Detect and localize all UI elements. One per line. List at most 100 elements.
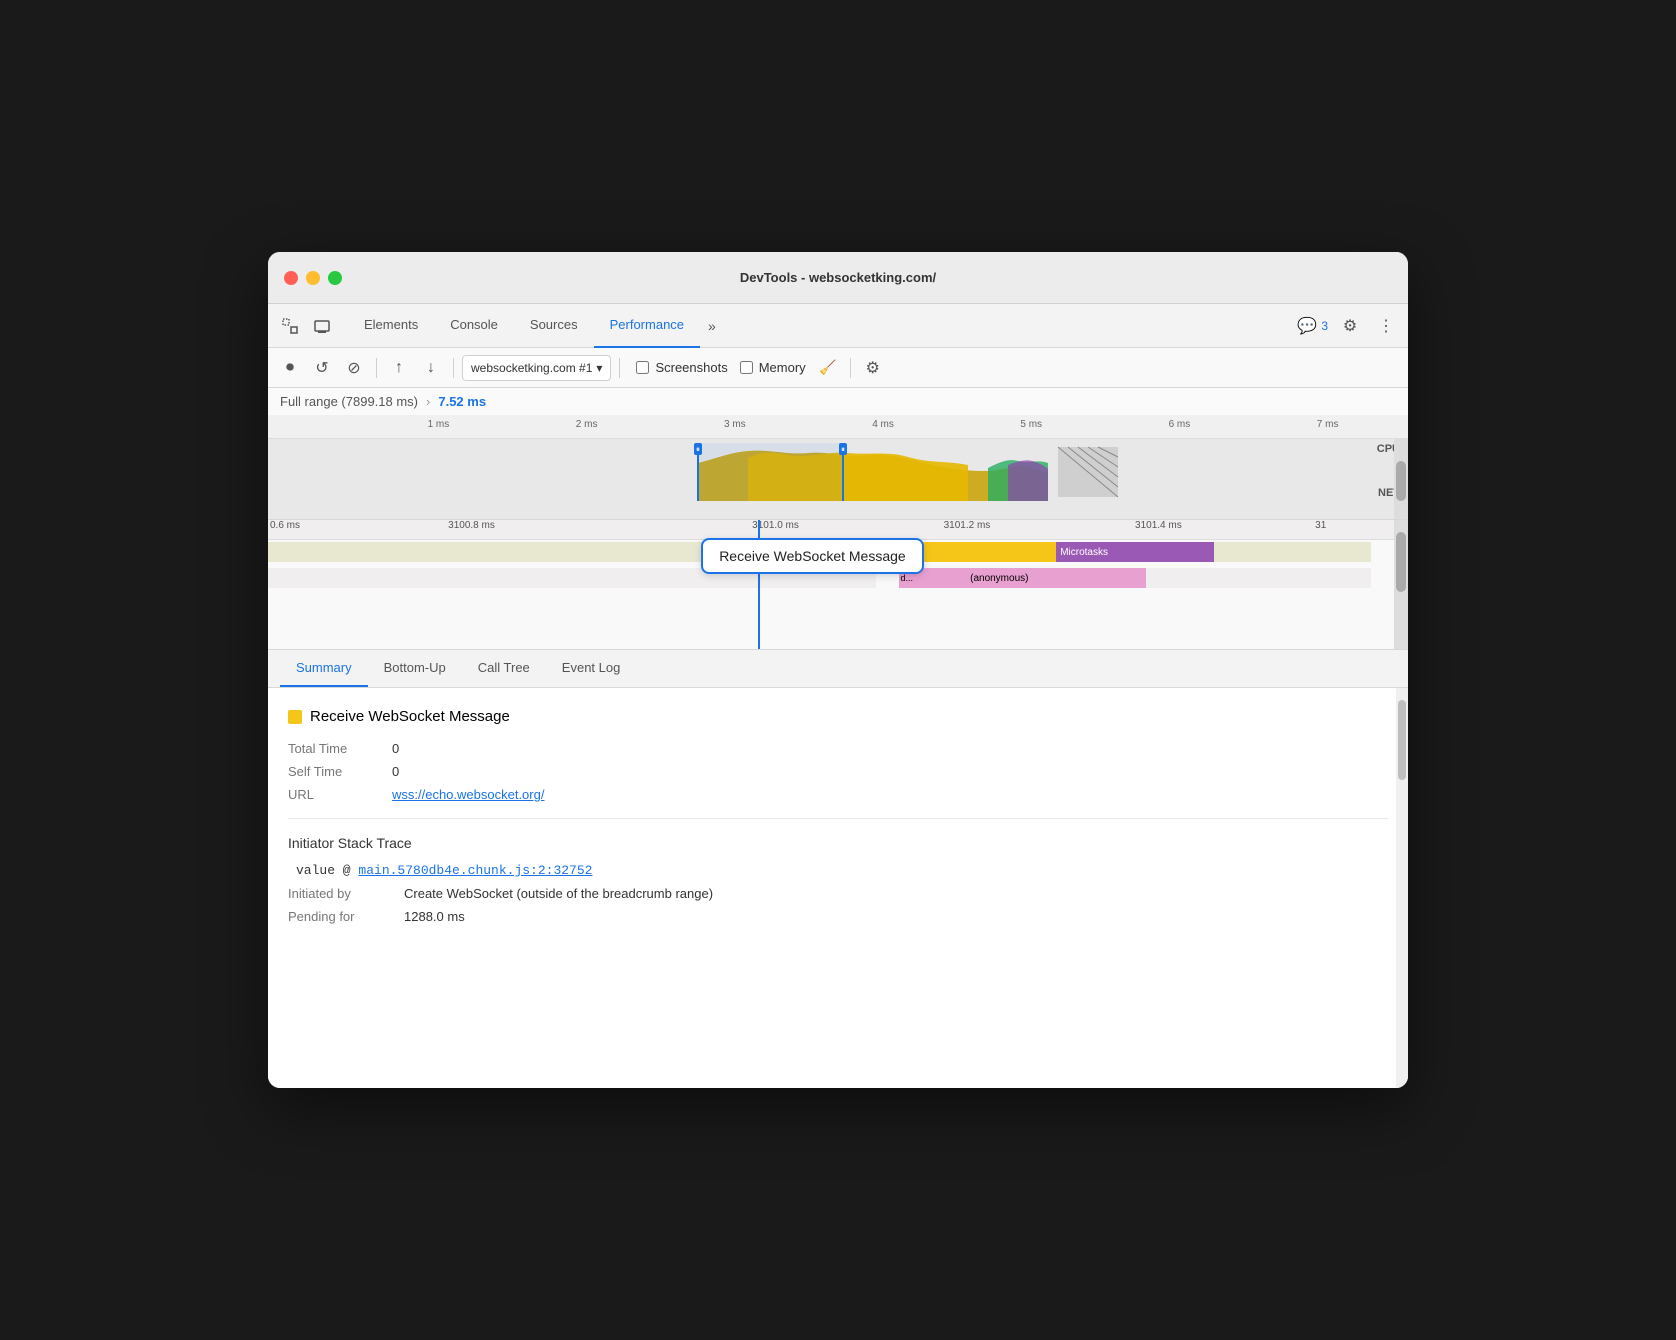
maximize-button[interactable] xyxy=(328,271,342,285)
summary-divider xyxy=(288,818,1388,819)
window-title: DevTools - websocketking.com/ xyxy=(740,270,936,285)
ruler-1ms: 1 ms xyxy=(428,419,450,430)
console-badge[interactable]: 💬 3 xyxy=(1297,316,1328,336)
toolbar-settings-icon[interactable]: ⚙ xyxy=(859,354,887,382)
tab-sources[interactable]: Sources xyxy=(514,304,594,348)
flame-chart[interactable]: 0.6 ms 3100.8 ms 3101.0 ms 3101.2 ms 310… xyxy=(268,520,1408,650)
url-value[interactable]: wss://echo.websocket.org/ xyxy=(392,787,544,802)
pending-for-row: Pending for 1288.0 ms xyxy=(288,909,1388,924)
ruler-5ms: 5 ms xyxy=(1020,419,1042,430)
settings-icon[interactable]: ⚙ xyxy=(1336,312,1364,340)
toolbar-divider-2 xyxy=(453,358,454,378)
total-time-row: Total Time 0 xyxy=(288,741,1388,756)
toolbar-divider-1 xyxy=(376,358,377,378)
time-label-5: 3101.4 ms xyxy=(1135,520,1182,531)
scrollbar-thumb[interactable] xyxy=(1396,461,1406,501)
ruler-3ms: 3 ms xyxy=(724,419,746,430)
nav-icons xyxy=(276,312,336,340)
nav-tabs: Elements Console Sources Performance » xyxy=(348,304,1293,348)
summary-color-dot xyxy=(288,710,302,724)
total-time-label: Total Time xyxy=(288,741,368,756)
tab-summary[interactable]: Summary xyxy=(280,650,368,687)
ruler-4ms: 4 ms xyxy=(872,419,894,430)
tab-console[interactable]: Console xyxy=(434,304,514,348)
initiated-by-value: Create WebSocket (outside of the breadcr… xyxy=(404,886,713,901)
tooltip-popup: Receive WebSocket Message xyxy=(701,538,924,574)
timeline-chart[interactable]: CPU NET xyxy=(268,439,1408,519)
stack-entry: value @ main.5780db4e.chunk.js:2:32752 xyxy=(288,863,1388,878)
ruler-2ms: 2 ms xyxy=(576,419,598,430)
url-row: URL wss://echo.websocket.org/ xyxy=(288,787,1388,802)
tab-performance[interactable]: Performance xyxy=(594,304,700,348)
tooltip-text: Receive WebSocket Message xyxy=(719,548,906,564)
microtasks-block[interactable]: Microtasks xyxy=(1056,542,1214,562)
upload-button[interactable]: ↑ xyxy=(385,354,413,382)
tab-bottom-up[interactable]: Bottom-Up xyxy=(368,650,462,687)
time-label-1: 0.6 ms xyxy=(270,520,300,531)
ruler-7ms: 7 ms xyxy=(1317,419,1339,430)
screenshots-checkbox[interactable] xyxy=(636,361,649,374)
panel-scrollbar[interactable] xyxy=(1396,688,1408,1088)
bottom-tabs: Summary Bottom-Up Call Tree Event Log xyxy=(268,650,1408,688)
screenshots-checkbox-group: Screenshots xyxy=(636,360,727,375)
summary-title-row: Receive WebSocket Message xyxy=(288,708,1388,725)
pending-for-value: 1288.0 ms xyxy=(404,909,465,924)
tab-elements[interactable]: Elements xyxy=(348,304,434,348)
range-separator: › xyxy=(426,394,430,409)
time-label-4: 3101.2 ms xyxy=(944,520,991,531)
memory-checkbox[interactable] xyxy=(740,361,753,374)
initiated-by-row: Initiated by Create WebSocket (outside o… xyxy=(288,886,1388,901)
full-range-label: Full range (7899.18 ms) xyxy=(280,394,418,409)
minimize-button[interactable] xyxy=(306,271,320,285)
panel-scrollbar-thumb[interactable] xyxy=(1398,700,1406,780)
broom-icon[interactable]: 🧹 xyxy=(814,354,842,382)
download-button[interactable]: ↓ xyxy=(417,354,445,382)
close-button[interactable] xyxy=(284,271,298,285)
pending-for-label: Pending for xyxy=(288,909,388,924)
url-label: URL xyxy=(288,787,368,802)
inspect-icon[interactable] xyxy=(276,312,304,340)
toolbar-divider-4 xyxy=(850,358,851,378)
timeline-scrollbar[interactable] xyxy=(1394,439,1408,519)
empty-block-2[interactable] xyxy=(1214,542,1372,562)
clear-button[interactable]: ⊘ xyxy=(340,354,368,382)
memory-checkbox-group: Memory xyxy=(740,360,806,375)
time-label-6: 31 xyxy=(1315,520,1326,531)
selected-range-value: 7.52 ms xyxy=(438,394,486,409)
self-time-label: Self Time xyxy=(288,764,368,779)
menu-icon[interactable]: ⋮ xyxy=(1372,312,1400,340)
tab-event-log[interactable]: Event Log xyxy=(546,650,637,687)
stack-trace-title: Initiator Stack Trace xyxy=(288,835,1388,851)
flame-scrollbar-thumb[interactable] xyxy=(1396,532,1406,592)
flame-scrollbar[interactable] xyxy=(1394,520,1408,649)
nav-right: 💬 3 ⚙ ⋮ xyxy=(1297,312,1400,340)
stack-link[interactable]: main.5780db4e.chunk.js:2:32752 xyxy=(358,863,592,878)
more-tabs-icon[interactable]: » xyxy=(700,318,724,334)
toolbar: ⏺ ↺ ⊘ ↑ ↓ websocketking.com #1 ▾ Screens… xyxy=(268,348,1408,388)
anonymous-block[interactable]: (anonymous) xyxy=(966,568,1146,588)
memory-label[interactable]: Memory xyxy=(759,360,806,375)
empty-row2-3[interactable] xyxy=(1146,568,1371,588)
empty-row2-1[interactable] xyxy=(268,568,741,588)
time-labels-row: 0.6 ms 3100.8 ms 3101.0 ms 3101.2 ms 310… xyxy=(268,520,1394,540)
record-button[interactable]: ⏺ xyxy=(276,354,304,382)
device-icon[interactable] xyxy=(308,312,336,340)
chevron-down-icon: ▾ xyxy=(596,361,602,375)
time-label-2: 3100.8 ms xyxy=(448,520,495,531)
empty-block-1[interactable] xyxy=(268,542,741,562)
total-time-value: 0 xyxy=(392,741,399,756)
toolbar-divider-3 xyxy=(619,358,620,378)
range-bar: Full range (7899.18 ms) › 7.52 ms xyxy=(268,388,1408,415)
initiated-by-label: Initiated by xyxy=(288,886,388,901)
summary-panel: Receive WebSocket Message Total Time 0 S… xyxy=(268,688,1408,1088)
self-time-row: Self Time 0 xyxy=(288,764,1388,779)
cpu-chart: ⏸ ⏸ xyxy=(268,443,1394,501)
timeline-area: 1 ms 2 ms 3 ms 4 ms 5 ms 6 ms 7 ms CPU N… xyxy=(268,415,1408,520)
tab-call-tree[interactable]: Call Tree xyxy=(462,650,546,687)
traffic-lights xyxy=(284,271,342,285)
url-selector[interactable]: websocketking.com #1 ▾ xyxy=(462,355,611,381)
main-nav: Elements Console Sources Performance » 💬… xyxy=(268,304,1408,348)
refresh-button[interactable]: ↺ xyxy=(308,354,336,382)
screenshots-label[interactable]: Screenshots xyxy=(655,360,727,375)
title-bar: DevTools - websocketking.com/ xyxy=(268,252,1408,304)
